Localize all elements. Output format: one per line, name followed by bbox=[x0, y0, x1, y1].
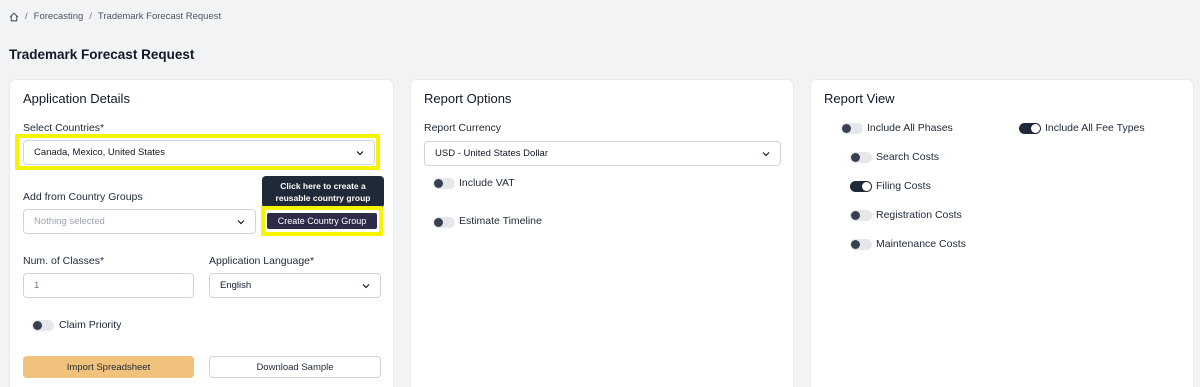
page-title: Trademark Forecast Request bbox=[9, 47, 195, 62]
select-countries-dropdown[interactable]: Canada, Mexico, United States bbox=[23, 140, 375, 165]
application-language-label: Application Language* bbox=[209, 255, 315, 267]
toggle-knob bbox=[851, 240, 860, 249]
maintenance-costs-label: Maintenance Costs bbox=[876, 238, 966, 250]
report-view-card: Report View Include All Phases Include A… bbox=[810, 79, 1194, 387]
toggle-knob bbox=[434, 218, 443, 227]
num-classes-label: Num. of Classes* bbox=[23, 255, 105, 267]
include-all-fee-types-toggle[interactable] bbox=[1019, 123, 1041, 134]
include-vat-toggle[interactable] bbox=[433, 178, 455, 189]
breadcrumb-separator: / bbox=[25, 11, 28, 22]
chevron-down-icon bbox=[356, 151, 364, 156]
import-spreadsheet-button[interactable]: Import Spreadsheet bbox=[23, 356, 194, 378]
report-currency-label: Report Currency bbox=[424, 122, 502, 134]
toggle-knob bbox=[862, 182, 871, 191]
create-group-tooltip: Click here to create a reusable country … bbox=[262, 176, 384, 208]
toggle-knob bbox=[842, 124, 851, 133]
claim-priority-label: Claim Priority bbox=[59, 319, 122, 331]
include-all-fee-types-label: Include All Fee Types bbox=[1045, 122, 1145, 134]
home-icon[interactable] bbox=[9, 11, 19, 22]
include-vat-label: Include VAT bbox=[459, 177, 515, 189]
card-title-report-view: Report View bbox=[824, 91, 895, 106]
breadcrumb-item-forecasting[interactable]: Forecasting bbox=[34, 11, 84, 22]
card-title-application-details: Application Details bbox=[23, 91, 130, 106]
report-currency-dropdown[interactable]: USD - United States Dollar bbox=[424, 141, 781, 166]
toggle-knob bbox=[434, 179, 443, 188]
country-groups-label: Add from Country Groups bbox=[23, 191, 143, 203]
filing-costs-toggle[interactable] bbox=[850, 181, 872, 192]
toggle-knob bbox=[33, 321, 42, 330]
chevron-down-icon bbox=[362, 284, 370, 289]
num-classes-input[interactable]: 1 bbox=[23, 273, 194, 298]
application-language-dropdown[interactable]: English bbox=[209, 273, 381, 298]
select-countries-value: Canada, Mexico, United States bbox=[34, 147, 165, 158]
search-costs-label: Search Costs bbox=[876, 151, 940, 163]
claim-priority-toggle[interactable] bbox=[32, 320, 54, 331]
application-language-value: English bbox=[220, 280, 252, 291]
chevron-down-icon bbox=[762, 152, 770, 157]
report-currency-value: USD - United States Dollar bbox=[435, 148, 548, 159]
download-sample-button[interactable]: Download Sample bbox=[209, 356, 381, 378]
include-all-phases-toggle[interactable] bbox=[841, 123, 863, 134]
toggle-knob bbox=[851, 153, 860, 162]
breadcrumb-separator: / bbox=[89, 11, 92, 22]
report-options-card: Report Options Report Currency USD - Uni… bbox=[410, 79, 794, 387]
tooltip-line-1: Click here to create a bbox=[280, 181, 366, 191]
search-costs-toggle[interactable] bbox=[850, 152, 872, 163]
breadcrumb: / Forecasting / Trademark Forecast Reque… bbox=[9, 11, 221, 22]
estimate-timeline-label: Estimate Timeline bbox=[459, 215, 542, 227]
toggle-knob bbox=[851, 211, 860, 220]
toggle-knob bbox=[1031, 124, 1040, 133]
registration-costs-label: Registration Costs bbox=[876, 209, 962, 221]
create-country-group-button[interactable]: Create Country Group bbox=[267, 213, 377, 229]
chevron-down-icon bbox=[237, 220, 245, 225]
num-classes-value: 1 bbox=[34, 280, 40, 291]
filing-costs-label: Filing Costs bbox=[876, 180, 931, 192]
application-details-card: Application Details Select Countries* Ca… bbox=[9, 79, 394, 387]
tooltip-line-2: reusable country group bbox=[275, 193, 371, 203]
select-countries-label: Select Countries* bbox=[23, 122, 105, 134]
maintenance-costs-toggle[interactable] bbox=[850, 239, 872, 250]
card-title-report-options: Report Options bbox=[424, 91, 512, 106]
country-groups-placeholder: Nothing selected bbox=[34, 216, 105, 227]
estimate-timeline-toggle[interactable] bbox=[433, 217, 455, 228]
breadcrumb-item-current: Trademark Forecast Request bbox=[97, 11, 222, 22]
include-all-phases-label: Include All Phases bbox=[867, 122, 953, 134]
country-groups-dropdown[interactable]: Nothing selected bbox=[23, 209, 256, 234]
registration-costs-toggle[interactable] bbox=[850, 210, 872, 221]
